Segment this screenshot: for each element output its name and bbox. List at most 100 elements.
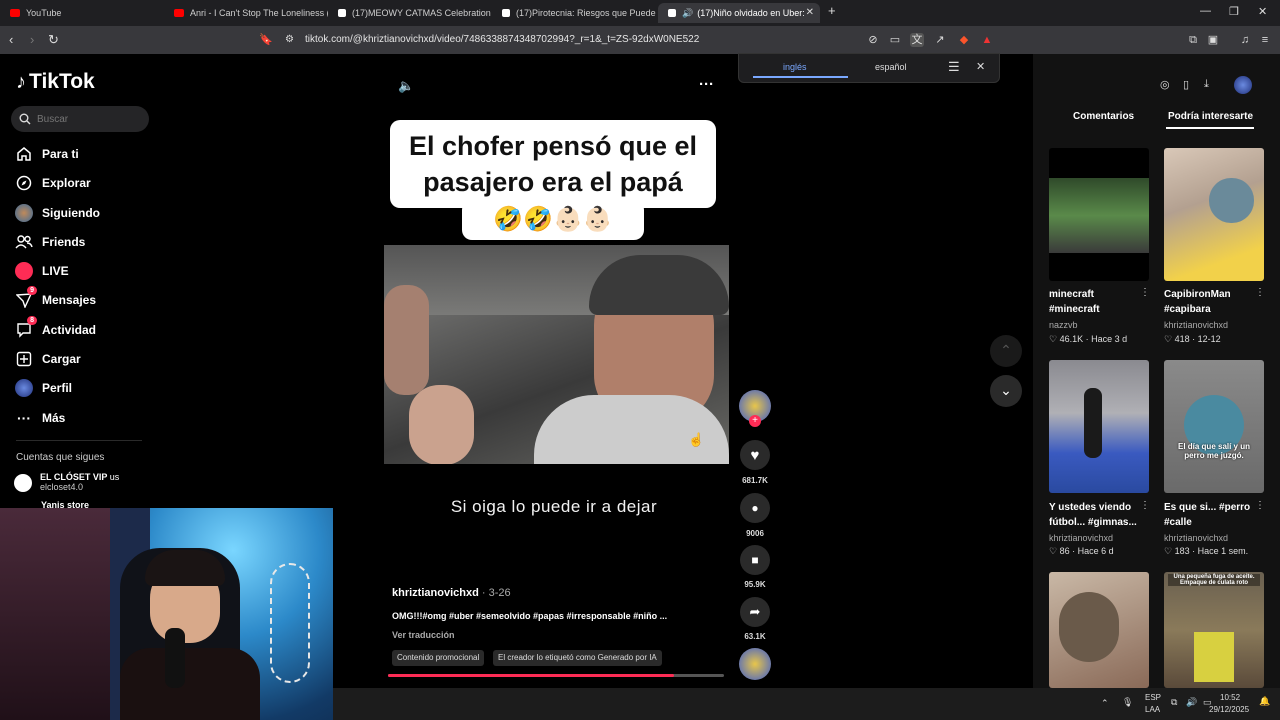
- language-indicator[interactable]: ESP: [1145, 693, 1161, 702]
- forward-icon[interactable]: ›: [30, 32, 34, 47]
- close-window-button[interactable]: ✕: [1258, 5, 1267, 18]
- no-tracking-icon[interactable]: ⊘: [866, 33, 880, 47]
- video-title[interactable]: CapibironMan #capibara: [1164, 287, 1260, 317]
- more-options-icon[interactable]: ···: [699, 76, 714, 93]
- like-button[interactable]: ♥: [740, 440, 770, 470]
- video-description[interactable]: OMG!!!#omg #uber #semeolvido #papas #irr…: [392, 611, 667, 621]
- next-video-button[interactable]: ⌄: [990, 375, 1022, 407]
- search-input[interactable]: [37, 113, 137, 125]
- download-icon[interactable]: ⤓: [1204, 78, 1209, 91]
- reload-icon[interactable]: ↻: [48, 32, 59, 48]
- share-icon[interactable]: ↗: [933, 33, 947, 47]
- promo-chip[interactable]: Contenido promocional: [392, 650, 485, 666]
- maximize-button[interactable]: ❐: [1229, 5, 1239, 18]
- sidebar-item-perfil[interactable]: Perfil: [14, 376, 72, 400]
- tab-comentarios[interactable]: Comentarios: [1073, 111, 1134, 122]
- search-box[interactable]: [11, 106, 149, 132]
- comment-button[interactable]: ●: [740, 493, 770, 523]
- save-button[interactable]: ■: [740, 545, 770, 575]
- tab-title: (17)MEOWY CATMAS Celebration | Ti: [352, 8, 492, 18]
- sidebar-item-actividad[interactable]: 8 Actividad: [14, 316, 96, 342]
- tab-meowy[interactable]: (17)MEOWY CATMAS Celebration | Ti: [328, 3, 492, 23]
- sidebar-item-live[interactable]: LIVE: [14, 259, 69, 283]
- author-name[interactable]: khriztianovichxd: [392, 587, 479, 599]
- video-user[interactable]: nazzvb: [1049, 320, 1078, 330]
- cast-icon[interactable]: ▭: [888, 33, 902, 47]
- clock-date[interactable]: 29/12/2025: [1209, 705, 1249, 714]
- brave-shield-icon[interactable]: ◆: [957, 33, 971, 47]
- translate-close-icon[interactable]: ✕: [976, 60, 985, 73]
- more-options-icon[interactable]: ⋮: [1255, 500, 1265, 511]
- sidebar-item-friends[interactable]: Friends: [14, 230, 85, 254]
- microphone-icon[interactable]: 🎙: [1122, 697, 1133, 708]
- worker-figure: [1194, 632, 1234, 682]
- video-thumbnail[interactable]: [1049, 148, 1149, 281]
- upload-icon: [14, 349, 34, 369]
- room-wall: [0, 508, 110, 720]
- wallet-icon[interactable]: ▣: [1206, 33, 1220, 47]
- shirt: [120, 648, 260, 720]
- tab-pirotecnia[interactable]: (17)Pirotecnia: Riesgos que Pueden A: [492, 3, 656, 23]
- volume-icon[interactable]: 🔈: [398, 78, 414, 94]
- video-title[interactable]: Es que si... #perro #calle: [1164, 500, 1260, 530]
- user-avatar[interactable]: [1234, 76, 1252, 94]
- minimize-button[interactable]: —: [1200, 5, 1211, 17]
- translate-menu-icon[interactable]: ☰: [948, 59, 960, 75]
- notifications-icon[interactable]: 🔔: [1259, 696, 1270, 707]
- more-options-icon[interactable]: ⋮: [1255, 287, 1265, 298]
- video-progress-bar[interactable]: [388, 674, 724, 677]
- site-settings-icon[interactable]: ⚙: [285, 34, 294, 45]
- tiktok-logo[interactable]: ♪ TikTok: [16, 70, 95, 94]
- keyboard-layout-indicator[interactable]: LAA: [1145, 705, 1160, 714]
- share-button[interactable]: ➦: [740, 597, 770, 627]
- video-user[interactable]: khriztianovichxd: [1164, 320, 1228, 330]
- post-date: · 3-26: [478, 587, 511, 599]
- rewards-icon[interactable]: ▲: [980, 33, 994, 47]
- video-thumbnail[interactable]: [1049, 572, 1149, 688]
- close-tab-icon[interactable]: ✕: [806, 7, 814, 18]
- phone-icon[interactable]: ▯: [1183, 78, 1189, 91]
- video-author[interactable]: khriztianovichxd · 3-26: [392, 587, 511, 599]
- video-user[interactable]: khriztianovichxd: [1164, 533, 1228, 543]
- video-thumbnail[interactable]: Una pequeña fuga de aceite. Empaque de c…: [1164, 572, 1264, 688]
- translate-target-tab[interactable]: español: [875, 62, 907, 72]
- translate-source-tab[interactable]: inglés: [783, 62, 807, 72]
- video-thumbnail[interactable]: [1164, 148, 1264, 281]
- sidebar-item-para-ti[interactable]: Para ti: [14, 142, 79, 166]
- more-options-icon[interactable]: ⋮: [1140, 500, 1150, 511]
- following-item[interactable]: EL CLÓSET VIP us elcloset4.0: [14, 472, 119, 492]
- translate-icon[interactable]: 文: [910, 33, 924, 47]
- clock-time[interactable]: 10:52: [1220, 693, 1240, 702]
- video-thumbnail[interactable]: El día que salí y un perro me juzgó.: [1164, 360, 1264, 493]
- sidebar-item-explorar[interactable]: Explorar: [14, 171, 91, 195]
- tab-youtube[interactable]: YouTube: [0, 3, 164, 23]
- media-icon[interactable]: ♫: [1238, 33, 1252, 47]
- volume-tray-icon[interactable]: 🔊: [1186, 697, 1197, 708]
- tray-arrow-icon[interactable]: ⌃: [1101, 698, 1109, 709]
- back-icon[interactable]: ‹: [9, 32, 13, 47]
- video-user[interactable]: khriztianovichxd: [1049, 533, 1113, 543]
- video-title[interactable]: minecraft #minecraft: [1049, 287, 1145, 317]
- sidebar-item-cargar[interactable]: Cargar: [14, 347, 81, 371]
- music-disc-icon[interactable]: [739, 648, 771, 680]
- bookmark-icon[interactable]: 🔖: [259, 33, 273, 46]
- network-icon[interactable]: ⧉: [1171, 697, 1177, 708]
- new-tab-button[interactable]: +: [828, 3, 836, 18]
- see-translation-link[interactable]: Ver traducción: [392, 630, 455, 640]
- sidebar-item-siguiendo[interactable]: Siguiendo: [14, 201, 100, 225]
- previous-video-button[interactable]: ⌃: [990, 335, 1022, 367]
- url-text[interactable]: tiktok.com/@khriztianovichxd/video/74863…: [305, 34, 699, 45]
- tab-active-nino[interactable]: 🔊 (17)Niño olvidado en Uber: u ✕: [658, 3, 820, 23]
- video-title[interactable]: Y ustedes viendo fútbol... #gimnas...: [1049, 500, 1145, 530]
- follow-plus-icon[interactable]: +: [749, 415, 761, 427]
- sidebar-item-mensajes[interactable]: 9 Mensajes: [14, 286, 96, 312]
- ai-label-chip[interactable]: El creador lo etiquetó como Generado por…: [493, 650, 662, 666]
- location-icon[interactable]: ◎: [1160, 78, 1170, 91]
- menu-icon[interactable]: ≡: [1258, 33, 1272, 47]
- more-options-icon[interactable]: ⋮: [1140, 287, 1150, 298]
- tab-podria-interesarte[interactable]: Podría interesarte: [1168, 111, 1253, 122]
- tab-anri[interactable]: Anri - I Can't Stop The Loneliness (Su: [164, 3, 328, 23]
- sidebar-item-mas[interactable]: ··· Más: [14, 406, 65, 430]
- video-thumbnail[interactable]: [1049, 360, 1149, 493]
- extensions-icon[interactable]: ⧉: [1186, 33, 1200, 47]
